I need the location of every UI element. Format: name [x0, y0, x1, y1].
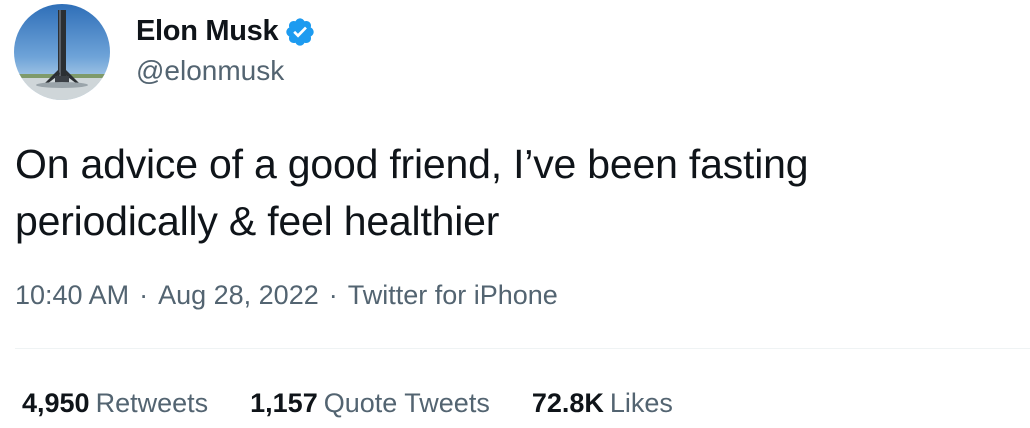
- author-handle[interactable]: @elonmusk: [136, 55, 284, 87]
- tweet-text-line: periodically & feel healthier: [15, 198, 500, 244]
- tweet-source-link[interactable]: Twitter for iPhone: [348, 280, 558, 311]
- rocket-booster-avatar-icon: [14, 4, 110, 100]
- tweet-stats: 4,950 Retweets 1,157 Quote Tweets 72.8K Lik…: [22, 388, 715, 419]
- quote-tweets-label: Quote Tweets: [323, 388, 490, 418]
- display-name[interactable]: Elon Musk: [136, 15, 279, 48]
- divider: [15, 348, 1030, 349]
- meta-separator: ·: [328, 280, 338, 310]
- likes-count: 72.8K: [531, 388, 604, 418]
- quote-tweets-count: 1,157: [250, 388, 318, 418]
- verified-badge-icon: [284, 16, 316, 48]
- retweets-stat-link[interactable]: 4,950 Retweets: [22, 388, 208, 419]
- tweet-meta: 10:40 AM · Aug 28, 2022 · Twitter for iP…: [15, 280, 558, 311]
- tweet-date-link[interactable]: Aug 28, 2022: [158, 280, 319, 311]
- tweet-time-link[interactable]: 10:40 AM: [15, 280, 129, 311]
- meta-separator: ·: [139, 280, 149, 310]
- tweet-card: Elon Musk @elonmusk On advice of a good …: [0, 0, 1030, 428]
- retweets-count: 4,950: [22, 388, 90, 418]
- likes-label: Likes: [609, 388, 673, 418]
- retweets-label: Retweets: [95, 388, 209, 418]
- author-name-row: Elon Musk: [136, 13, 316, 49]
- avatar[interactable]: [14, 4, 110, 100]
- tweet-text: On advice of a good friend, I’ve been fa…: [15, 136, 1005, 250]
- quote-tweets-stat-link[interactable]: 1,157 Quote Tweets: [250, 388, 490, 419]
- tweet-text-line: On advice of a good friend, I’ve been fa…: [15, 141, 809, 187]
- likes-stat-link[interactable]: 72.8K Likes: [532, 388, 673, 419]
